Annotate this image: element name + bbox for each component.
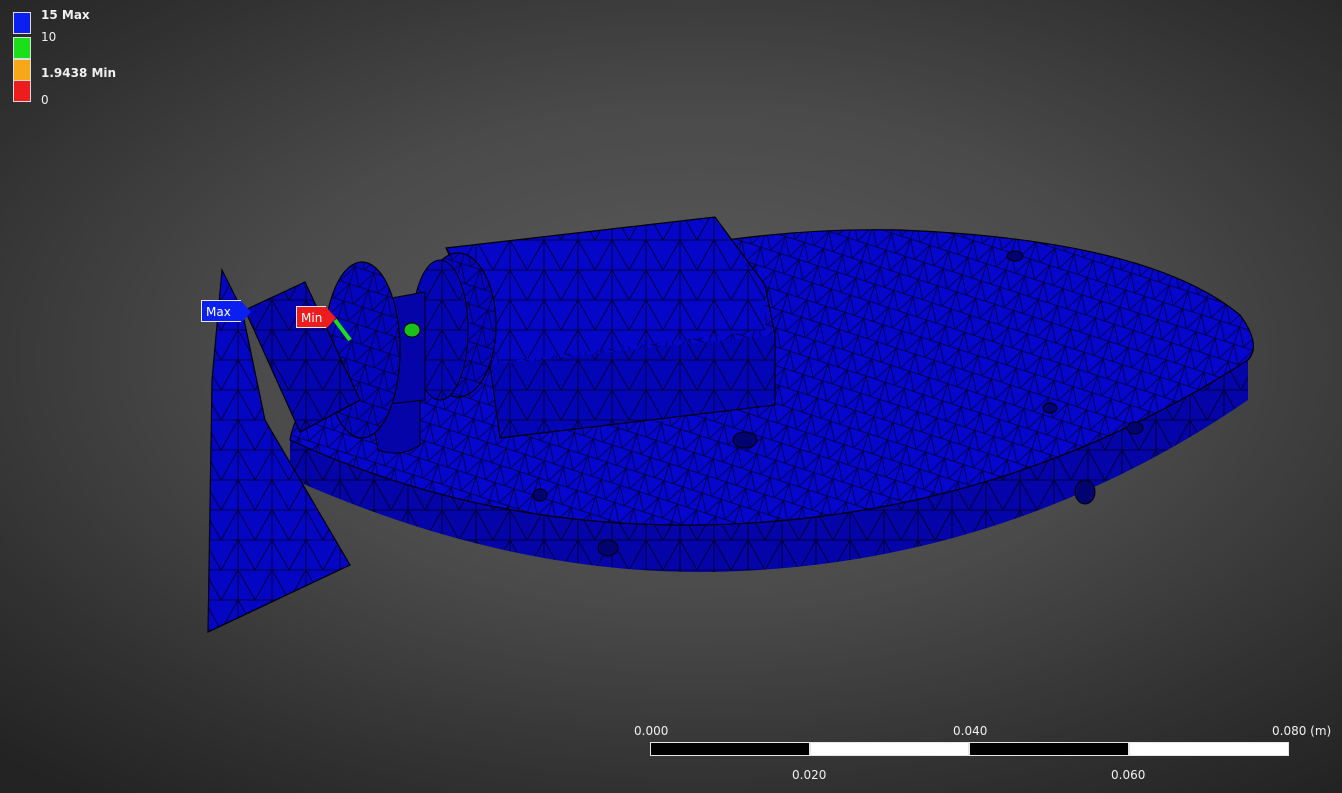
legend-swatch-max xyxy=(13,12,31,34)
scale-label-080: 0.080 (m) xyxy=(1272,724,1332,738)
scale-label-0: 0.000 xyxy=(634,724,669,738)
legend-label-10: 10 xyxy=(41,30,57,44)
part-model xyxy=(207,216,1255,633)
legend-swatch-0 xyxy=(13,80,31,102)
legend-label-0: 0 xyxy=(41,93,49,107)
scale-label-040: 0.040 xyxy=(953,724,988,738)
scale-label-060: 0.060 xyxy=(1111,768,1146,782)
hole xyxy=(1042,402,1058,414)
scale-segment xyxy=(1129,742,1289,756)
min-probe-label[interactable]: Min xyxy=(296,306,336,329)
legend: 15 Max 10 1.9438 Min 0 xyxy=(13,8,153,118)
legend-label-max: 15 Max xyxy=(41,8,90,22)
hole xyxy=(1074,479,1096,505)
hole xyxy=(1126,421,1144,435)
hole xyxy=(732,431,758,449)
legend-swatch-min xyxy=(13,59,31,81)
model-viewport[interactable] xyxy=(0,0,1342,793)
scale-bar: 0.000 0.040 0.080 (m) 0.020 0.060 xyxy=(620,722,1332,786)
scale-segment xyxy=(969,742,1129,756)
hole xyxy=(1006,250,1024,262)
legend-swatch-10 xyxy=(13,37,31,59)
hole xyxy=(597,539,619,557)
scale-label-020: 0.020 xyxy=(792,768,827,782)
max-probe-label[interactable]: Max xyxy=(201,300,251,323)
scale-segment xyxy=(650,742,810,756)
legend-label-min: 1.9438 Min xyxy=(41,66,117,80)
hole xyxy=(532,488,548,502)
scale-segment xyxy=(810,742,969,756)
